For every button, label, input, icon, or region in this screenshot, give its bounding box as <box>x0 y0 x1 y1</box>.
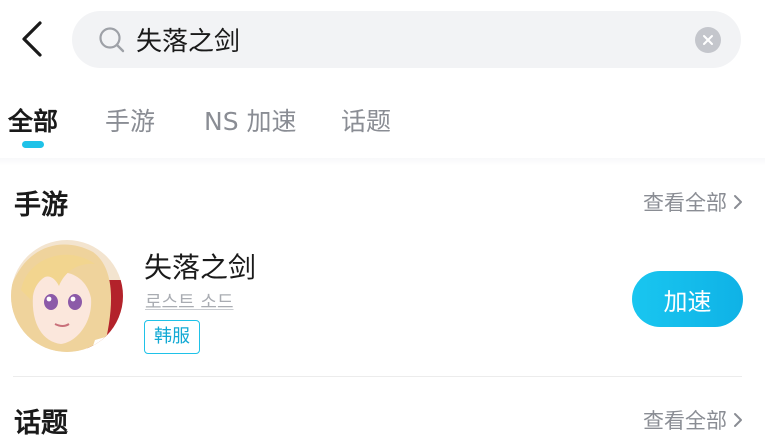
tab-topics[interactable]: 话题 <box>341 102 391 138</box>
chevron-right-icon <box>734 413 742 427</box>
active-tab-indicator <box>22 141 44 148</box>
clear-search-button[interactable] <box>695 27 721 53</box>
view-all-label: 查看全部 <box>643 191 727 215</box>
tabs-divider <box>0 158 765 166</box>
game-avatar <box>11 240 123 352</box>
back-button[interactable] <box>12 14 52 64</box>
search-results-page: 全部 手游 NS 加速 话题 手游 查看全部 <box>0 0 765 447</box>
region-badge: 韩服 <box>144 320 200 354</box>
tab-mobile-games[interactable]: 手游 <box>105 102 155 138</box>
chevron-right-icon <box>734 195 742 209</box>
game-result-item[interactable]: 失落之剑 로스트 소드 韩服 加速 <box>0 232 765 372</box>
category-tabs: 全部 手游 NS 加速 话题 <box>0 88 765 160</box>
game-original-name: 로스트 소드 <box>145 292 234 313</box>
view-all-mobile-games-link[interactable]: 查看全部 <box>643 187 743 217</box>
section-title-mobile-games: 手游 <box>14 190 68 221</box>
tab-ns-acceleration[interactable]: NS 加速 <box>204 102 297 138</box>
chevron-left-icon <box>22 21 42 57</box>
search-bar[interactable] <box>72 11 741 68</box>
search-icon <box>98 25 128 55</box>
accelerate-button[interactable]: 加速 <box>632 271 743 327</box>
search-input[interactable] <box>136 24 656 55</box>
view-all-topics-link[interactable]: 查看全部 <box>643 405 743 435</box>
close-icon <box>703 35 713 45</box>
section-title-topics: 话题 <box>14 408 68 439</box>
tab-all[interactable]: 全部 <box>8 102 58 138</box>
game-name: 失落之剑 <box>144 251 257 284</box>
view-all-label: 查看全部 <box>643 409 727 433</box>
section-divider <box>13 376 742 377</box>
